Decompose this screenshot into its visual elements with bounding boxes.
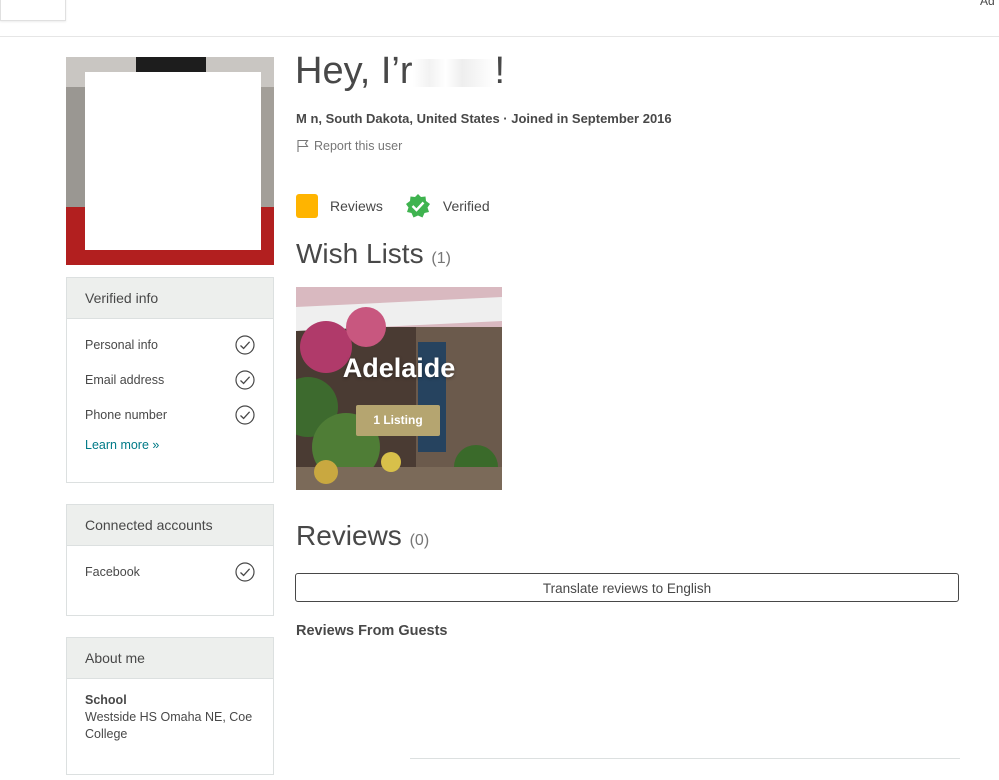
wish-list-photo (296, 287, 502, 490)
about-me-title: About me (67, 638, 273, 679)
verified-item-label: Phone number (85, 407, 168, 422)
verified-item-email-address: Email address (85, 362, 255, 397)
reviews-count: (0) (409, 532, 430, 549)
reviews-title: Reviews (296, 520, 402, 551)
check-circle-icon (235, 561, 255, 582)
greeting-text: Hey, I’r (295, 50, 413, 92)
report-user-link[interactable]: Report this user (296, 139, 402, 153)
reviews-from-guests-heading: Reviews From Guests (296, 623, 448, 639)
verified-badge-icon (405, 194, 430, 218)
reviews-badge-icon (296, 194, 318, 218)
verified-item-label: Personal info (85, 337, 158, 352)
divider (410, 758, 960, 759)
connected-accounts-panel: Connected accounts Facebook (66, 504, 274, 616)
wish-lists-heading: Wish Lists (1) (296, 238, 451, 270)
verified-item-personal-info: Personal info (85, 327, 255, 362)
check-circle-icon (235, 334, 255, 355)
about-me-panel: About me School Westside HS Omaha NE, Co… (66, 637, 274, 775)
check-circle-icon (235, 369, 255, 390)
verified-item-phone-number: Phone number (85, 397, 255, 432)
check-circle-icon (235, 404, 255, 425)
reviews-badge-label[interactable]: Reviews (330, 198, 383, 214)
wish-list-name[interactable]: Adelaide (296, 353, 502, 384)
wish-lists-count: (1) (431, 250, 451, 267)
name-redaction (412, 58, 495, 87)
school-label: School (85, 693, 127, 707)
wish-list-listing-count: 1 Listing (356, 405, 440, 436)
top-nav-link[interactable]: Ad (980, 0, 995, 8)
location-joined-line: M n, South Dakota, United States · Joine… (296, 111, 672, 126)
verified-info-panel: Verified info Personal info Email addres… (66, 277, 274, 483)
badge-row: Reviews Verified (296, 193, 490, 219)
learn-more-link[interactable]: Learn more » (85, 438, 255, 452)
wish-list-card[interactable]: Adelaide 1 Listing (296, 287, 502, 490)
profile-greeting: Hey, I’r! (295, 50, 505, 93)
verified-info-title: Verified info (67, 278, 273, 319)
verified-item-label: Email address (85, 372, 165, 387)
connected-item-facebook: Facebook (85, 554, 255, 589)
flag-icon (297, 139, 309, 152)
profile-photo (66, 57, 274, 265)
site-logo[interactable] (0, 0, 66, 21)
top-nav-bar: Ad (0, 0, 999, 37)
greeting-tail: ! (494, 50, 506, 92)
translate-reviews-button[interactable]: Translate reviews to English (295, 573, 959, 602)
connected-accounts-title: Connected accounts (67, 505, 273, 546)
connected-item-label: Facebook (85, 564, 140, 579)
report-user-label[interactable]: Report this user (314, 139, 402, 153)
school-value: Westside HS Omaha NE, Coe College (85, 710, 253, 741)
wish-lists-title: Wish Lists (296, 238, 424, 269)
photo-redaction (85, 72, 261, 250)
verified-badge-label[interactable]: Verified (443, 198, 490, 214)
reviews-heading: Reviews (0) (296, 520, 429, 552)
